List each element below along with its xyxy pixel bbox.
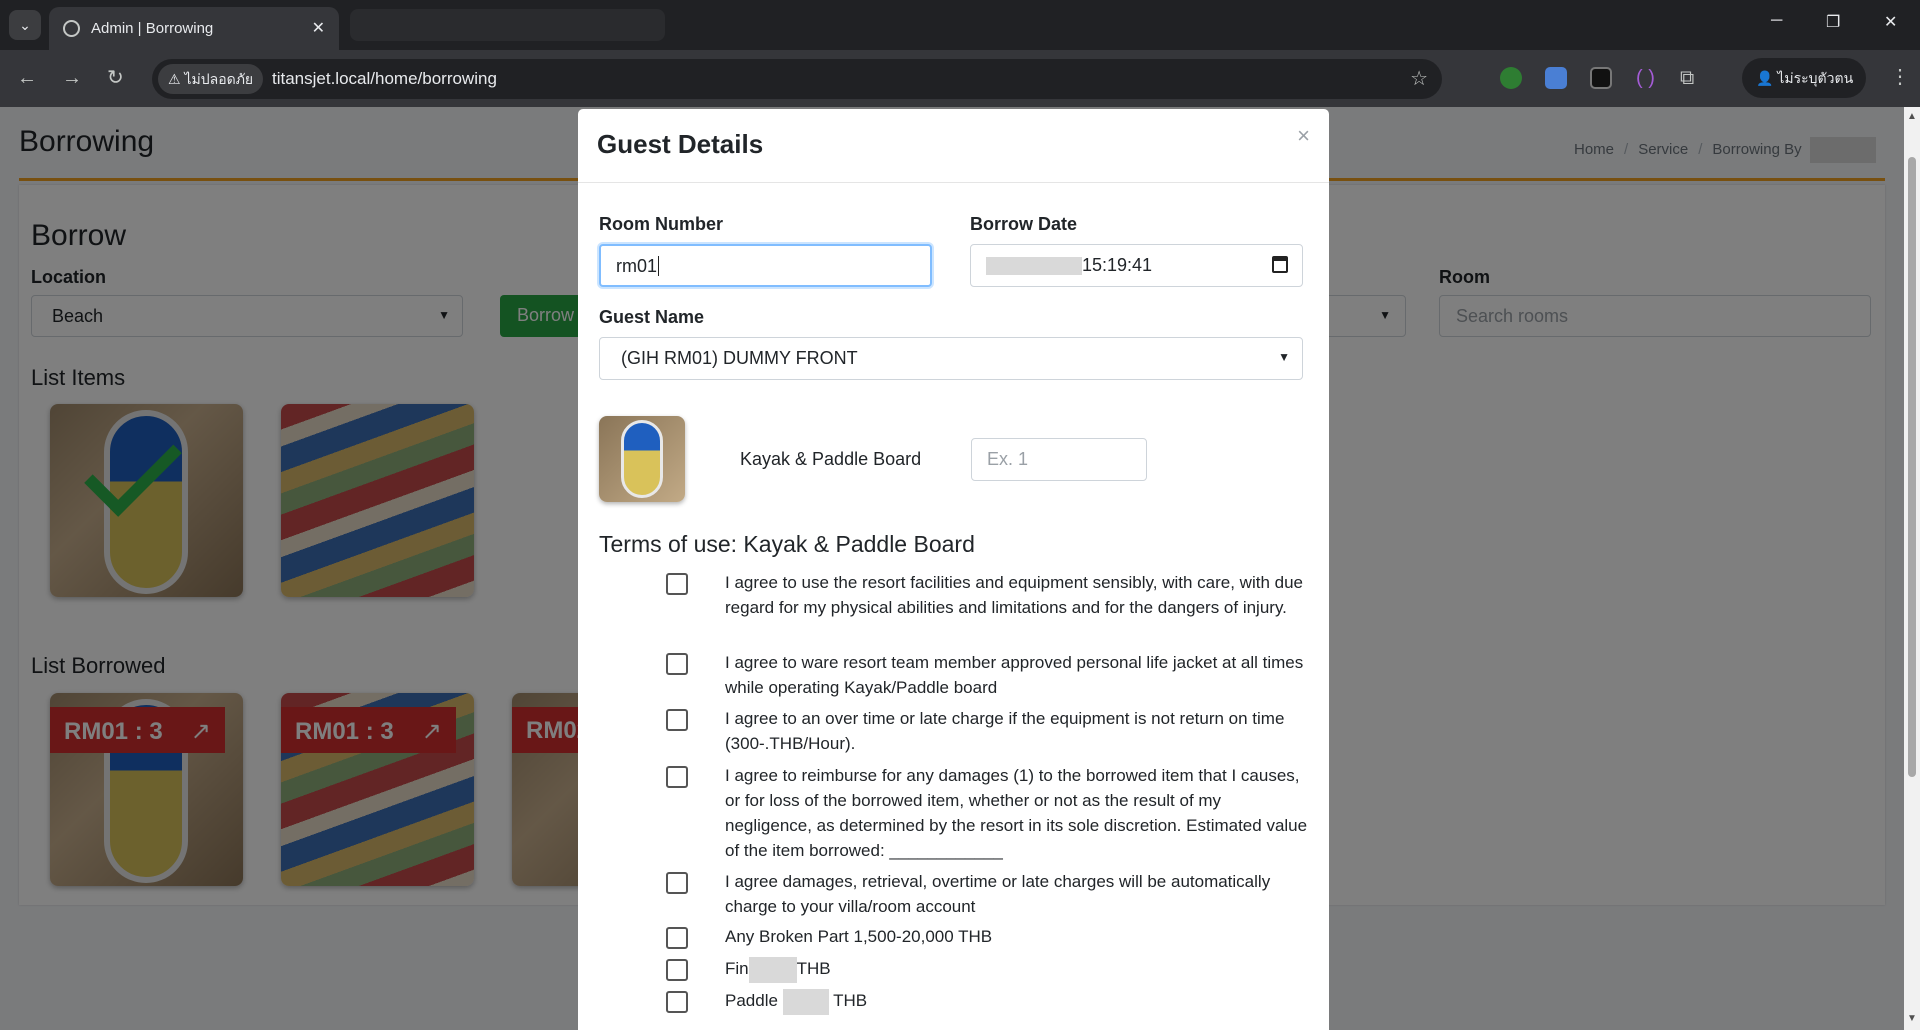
redacted-value [748, 956, 797, 983]
reload-icon[interactable]: ↻ [107, 66, 124, 90]
term-text: Fin THB [725, 956, 1310, 983]
term-fin-suffix: THB [796, 959, 831, 978]
term-text: Any Broken Part 1,500-20,000 THB [725, 927, 993, 946]
terms-title: Terms of use: Kayak & Paddle Board [599, 531, 975, 557]
tab-search-button[interactable]: ⌄ [9, 10, 41, 40]
modal-header: Guest Details × [578, 109, 1329, 183]
extension-icon[interactable] [1590, 67, 1612, 89]
bookmark-star-icon[interactable]: ☆ [1410, 66, 1428, 91]
modal-title: Guest Details [597, 129, 764, 159]
guest-name-value: (GIH RM01) DUMMY FRONT [621, 348, 858, 368]
term-checkbox[interactable] [666, 573, 688, 595]
term-paddle-suffix: THB [833, 991, 868, 1010]
term-checkbox[interactable] [666, 872, 688, 894]
term-checkbox[interactable] [666, 991, 688, 1013]
profile-button[interactable]: 👤 ไม่ระบุตัวตน [1742, 58, 1866, 98]
term-checkbox[interactable] [666, 927, 688, 949]
guest-name-select[interactable]: (GIH RM01) DUMMY FRONT ▼ [599, 337, 1303, 380]
scroll-down-icon[interactable]: ▼ [1907, 1013, 1917, 1024]
minimize-button[interactable]: ─ [1771, 12, 1782, 30]
window-close-button[interactable]: ✕ [1884, 12, 1897, 32]
paddle-board-image [621, 420, 663, 498]
term-text: I agree to reimburse for any damages (1)… [725, 766, 1308, 860]
scroll-up-icon[interactable]: ▲ [1907, 111, 1917, 122]
tab-close-icon[interactable]: ✕ [312, 18, 325, 38]
borrow-time-value: 15:19:41 [1082, 255, 1153, 275]
term-checkbox[interactable] [666, 959, 688, 981]
browser-toolbar: ← → ↻ ⚠ ไม่ปลอดภัย titansjet.local/home/… [0, 50, 1920, 107]
profile-label: ไม่ระบุตัวตน [1777, 70, 1854, 86]
restore-button[interactable]: ❐ [1826, 12, 1840, 32]
term-text: I agree to ware resort team member appro… [725, 653, 1304, 697]
puzzle-icon[interactable]: ⧉ [1680, 66, 1694, 90]
term-text: Paddle THB [725, 988, 1310, 1015]
room-number-label: Room Number [599, 214, 724, 234]
term-paddle-prefix: Paddle [725, 991, 778, 1010]
quantity-input[interactable]: Ex. 1 [971, 438, 1147, 481]
security-chip[interactable]: ⚠ ไม่ปลอดภัย [158, 64, 264, 94]
browser-tab[interactable]: Admin | Borrowing ✕ [49, 7, 339, 50]
browser-menu-icon[interactable]: ⋮ [1890, 64, 1910, 89]
redacted-date [986, 257, 1082, 276]
term-text: I agree to an over time or late charge i… [725, 709, 1285, 753]
term-text: I agree to use the resort facilities and… [725, 573, 1303, 617]
item-name: Kayak & Paddle Board [740, 449, 922, 469]
term-fin-prefix: Fin [725, 959, 749, 978]
item-thumbnail [599, 416, 685, 502]
guest-name-label: Guest Name [599, 307, 705, 327]
globe-icon [63, 20, 80, 37]
term-checkbox[interactable] [666, 653, 688, 675]
tab-title: Admin | Borrowing [91, 20, 214, 37]
term-text: I agree damages, retrieval, overtime or … [725, 872, 1271, 916]
chevron-down-icon: ▼ [1278, 350, 1290, 364]
address-bar[interactable]: ⚠ ไม่ปลอดภัย titansjet.local/home/borrow… [152, 59, 1442, 99]
room-number-input[interactable]: rm01 [599, 244, 932, 287]
forward-icon[interactable]: → [62, 66, 82, 90]
borrow-date-label: Borrow Date [970, 214, 1078, 234]
calendar-icon[interactable] [1272, 256, 1288, 273]
download-extension-icon[interactable] [1500, 67, 1522, 89]
browser-tab-bar: ⌄ Admin | Borrowing ✕ ─ ❐ ✕ [0, 0, 1920, 50]
room-number-value: rm01 [616, 256, 658, 276]
guest-details-modal: Guest Details × Room Number rm01 Borrow … [578, 109, 1329, 1030]
back-icon[interactable]: ← [17, 66, 37, 90]
page-scrollbar[interactable]: ▲ ▼ [1904, 107, 1920, 1030]
redacted-value [782, 988, 829, 1015]
extension-icon[interactable]: ( ) [1636, 66, 1655, 90]
url-text[interactable]: titansjet.local/home/borrowing [272, 69, 497, 89]
scrollbar-thumb[interactable] [1908, 157, 1916, 777]
security-label: ไม่ปลอดภัย [184, 71, 254, 87]
term-checkbox[interactable] [666, 709, 688, 731]
borrow-date-input[interactable]: 15:19:41 [970, 244, 1303, 287]
term-checkbox[interactable] [666, 766, 688, 788]
extension-icon[interactable] [1545, 67, 1567, 89]
browser-tab-redacted[interactable] [350, 9, 665, 41]
modal-close-button[interactable]: × [1297, 123, 1310, 149]
